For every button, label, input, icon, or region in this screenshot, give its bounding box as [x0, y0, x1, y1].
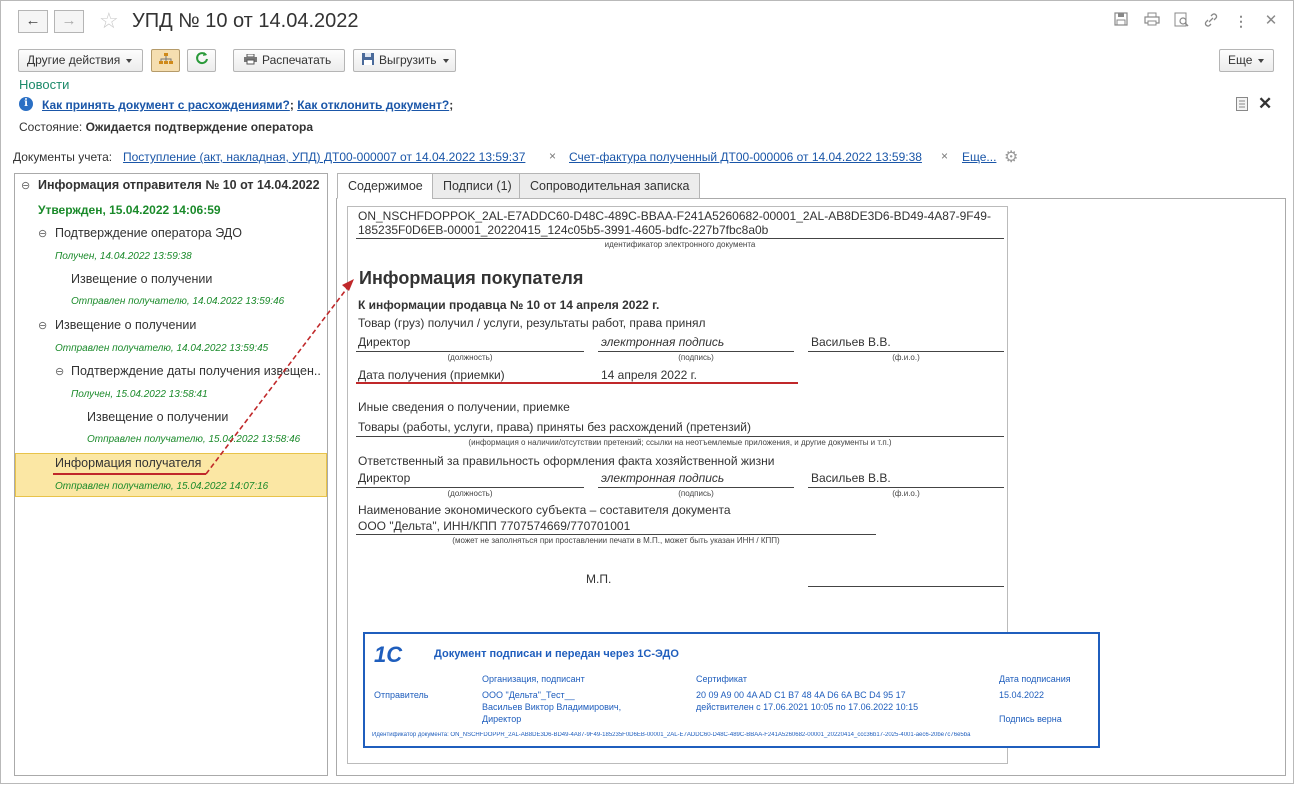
annotation-arrow — [53, 279, 354, 475]
document-window: ← → ☆ УПД № 10 от 14.04.2022 ⋮ ✕ Другие … — [0, 0, 1294, 784]
